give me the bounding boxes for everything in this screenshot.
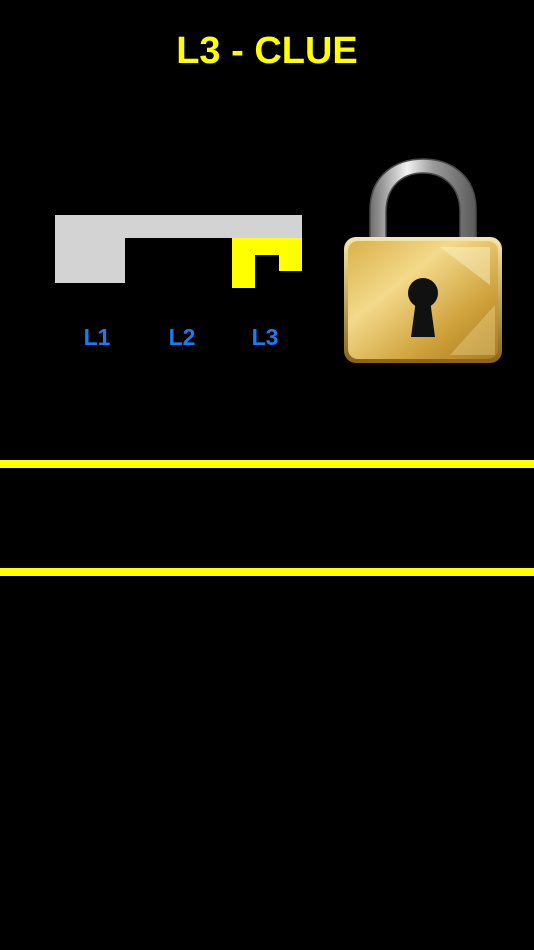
level-label-l2[interactable]: L2 — [152, 323, 212, 351]
padlock-icon[interactable] — [340, 155, 506, 367]
level-label-l1[interactable]: L1 — [67, 323, 127, 351]
divider-top — [0, 460, 534, 468]
level-label-l3[interactable]: L3 — [235, 323, 295, 351]
key-notch-l3 — [232, 238, 302, 288]
divider-bottom — [0, 568, 534, 576]
answer-area[interactable] — [0, 468, 534, 568]
key-notch-l1 — [55, 215, 125, 283]
